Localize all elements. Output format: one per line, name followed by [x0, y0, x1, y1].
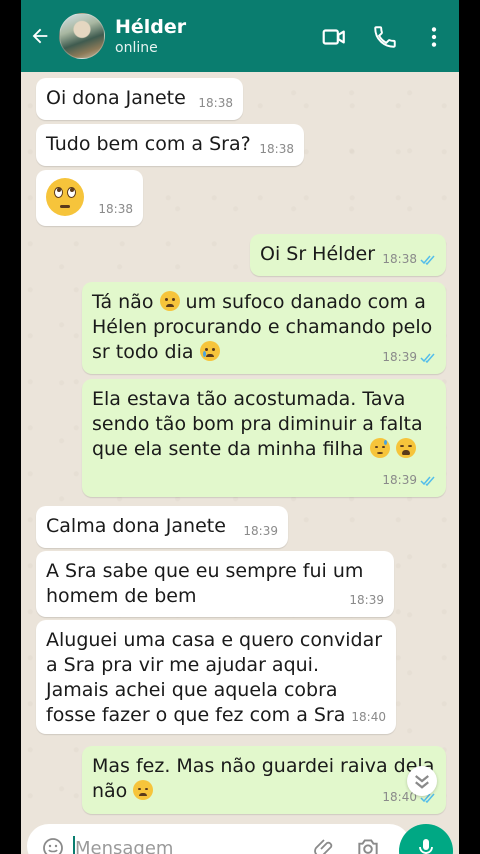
message-text: Calma dona Janete [46, 515, 226, 537]
message-bubble-outgoing[interactable]: Mas fez. Mas não guardei raiva dela não … [82, 746, 446, 814]
chat-screen: Hélder online Oi dona Janete 18:38 Tudo … [21, 0, 459, 854]
message-text-part: Tá não [92, 291, 154, 313]
back-arrow-icon[interactable] [29, 24, 51, 48]
message-bubble-incoming[interactable]: Aluguei uma casa e quero convidar a Sra … [36, 620, 396, 734]
message-bubble-incoming[interactable]: Tudo bem com a Sra? 18:38 [36, 124, 304, 166]
message-time: 18:39 [243, 524, 278, 538]
tired-face-emoji [395, 438, 416, 458]
scroll-to-bottom-button[interactable] [407, 766, 437, 796]
rolling-eyes-emoji [46, 178, 84, 216]
read-receipt-icon [420, 255, 435, 265]
message-time: 18:39 [382, 350, 417, 364]
message-bubble-outgoing[interactable]: Tá não um sufoco danado com a Hélen proc… [82, 282, 446, 374]
message-time: 18:38 [382, 252, 417, 266]
downcast-sweat-emoji [369, 438, 390, 458]
message-bubble-incoming[interactable]: Calma dona Janete 18:39 [36, 506, 288, 548]
read-receipt-icon [420, 476, 435, 486]
phone-call-icon[interactable] [372, 24, 398, 50]
message-time: 18:40 [351, 710, 386, 724]
more-options-icon[interactable] [421, 24, 447, 50]
contact-avatar[interactable] [59, 13, 105, 59]
microphone-icon [419, 839, 433, 854]
message-bubble-outgoing[interactable]: Ela estava tão acostumada. Tava sendo tã… [82, 379, 446, 497]
sad-relieved-emoji [159, 291, 180, 311]
message-input[interactable]: Mensagem [27, 824, 411, 854]
read-receipt-icon [420, 353, 435, 363]
message-placeholder: Mensagem [75, 838, 174, 854]
message-time: 18:38 [259, 142, 294, 156]
attach-icon[interactable] [313, 836, 337, 854]
emoji-icon[interactable] [41, 836, 65, 854]
message-text: A Sra sabe que eu sempre fui um homem de… [46, 560, 364, 607]
voice-message-button[interactable] [399, 824, 453, 854]
message-bubble-incoming[interactable]: A Sra sabe que eu sempre fui um homem de… [36, 551, 394, 617]
crying-emoji [199, 341, 220, 361]
double-chevron-down-icon [415, 775, 429, 789]
contact-status: online [115, 40, 158, 56]
video-call-icon[interactable] [321, 24, 347, 50]
message-text: Oi Sr Hélder [260, 243, 376, 265]
message-composer: Mensagem [21, 824, 459, 854]
chat-header: Hélder online [21, 0, 459, 72]
message-time: 18:38 [98, 202, 133, 216]
disappointed-face-emoji [133, 780, 154, 800]
message-time: 18:39 [382, 473, 417, 487]
message-list[interactable]: Oi dona Janete 18:38 Tudo bem com a Sra?… [21, 72, 459, 824]
message-time: 18:39 [349, 593, 384, 607]
message-bubble-incoming[interactable]: 18:38 [36, 170, 143, 226]
message-time: 18:38 [198, 96, 233, 110]
message-bubble-incoming[interactable]: Oi dona Janete 18:38 [36, 78, 243, 120]
message-text: Oi dona Janete [46, 87, 186, 109]
message-bubble-outgoing[interactable]: Oi Sr Hélder 18:38 [250, 234, 446, 276]
camera-icon[interactable] [355, 835, 381, 854]
message-text: Aluguei uma casa e quero convidar a Sra … [46, 629, 383, 726]
contact-name[interactable]: Hélder [115, 16, 186, 38]
message-text: Tudo bem com a Sra? [46, 133, 251, 155]
